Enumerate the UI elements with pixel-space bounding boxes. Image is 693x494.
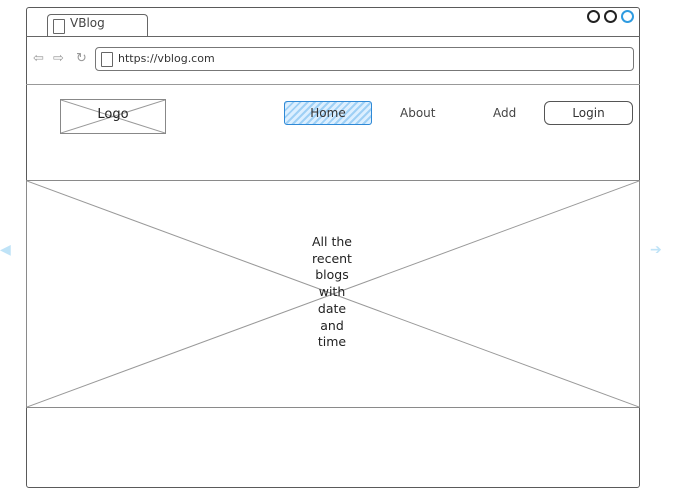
nav-add-link[interactable]: Add	[493, 106, 516, 120]
caption-line: date	[317, 300, 347, 316]
recent-blogs-caption: All the recent blogs with date and time	[302, 234, 362, 351]
login-button[interactable]: Login	[544, 101, 633, 125]
page-icon	[53, 19, 65, 34]
caption-line: and	[320, 317, 344, 333]
caption-line: blogs	[315, 267, 349, 283]
tab-bar-divider	[26, 36, 640, 37]
caption-line: time	[317, 334, 347, 350]
nav-about-link[interactable]: About	[400, 106, 435, 120]
window-control-circle-icon[interactable]	[587, 10, 600, 23]
tab-title: VBlog	[70, 16, 105, 30]
page-icon	[101, 52, 113, 67]
window-control-circle-icon[interactable]	[604, 10, 617, 23]
carousel-prev-arrow-icon[interactable]: ◀	[0, 242, 11, 258]
caption-line: All the	[312, 234, 352, 249]
logo-label: Logo	[97, 107, 129, 122]
carousel-next-arrow-icon[interactable]: ➔	[650, 242, 662, 258]
nav-home-button[interactable]: Home	[284, 101, 372, 125]
url-text[interactable]: https://vblog.com	[118, 52, 215, 65]
caption-line: with	[318, 284, 346, 300]
caption-line: recent	[312, 250, 352, 266]
refresh-icon[interactable]: ↻	[76, 51, 87, 67]
toolbar-divider	[26, 84, 640, 85]
forward-arrow-icon[interactable]: ⇨	[53, 51, 64, 67]
window-control-circle-icon[interactable]	[621, 10, 634, 23]
back-arrow-icon[interactable]: ⇦	[33, 51, 44, 67]
